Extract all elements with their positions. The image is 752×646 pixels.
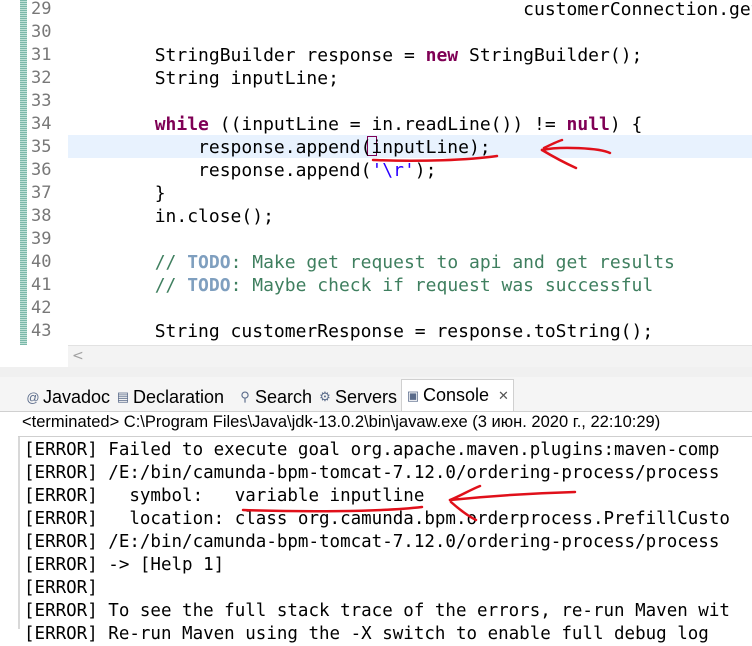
code-line[interactable]: // TODO: Make get request to api and get…: [68, 251, 675, 274]
code-line[interactable]: customerConnection.get: [68, 0, 752, 21]
console-line: [ERROR] /E:/bin/camunda-bpm-tomcat-7.12.…: [24, 463, 720, 483]
scroll-left-arrow-icon[interactable]: <: [72, 348, 84, 364]
servers-icon: ⚙: [319, 389, 331, 404]
tab-label: Javadoc: [43, 386, 111, 407]
console-separator: [18, 436, 752, 437]
code-line[interactable]: in.close();: [68, 205, 274, 228]
at-icon: @: [26, 389, 40, 405]
code-line[interactable]: // TODO: Maybe check if request was succ…: [68, 274, 654, 297]
horizontal-scrollbar[interactable]: <: [68, 345, 752, 368]
line-number: 36: [31, 160, 52, 180]
code-line[interactable]: StringBuilder response = new StringBuild…: [68, 44, 643, 67]
line-number: 34: [31, 114, 52, 134]
line-number: 37: [31, 183, 52, 203]
tab-label: Search: [255, 386, 313, 407]
code-line[interactable]: response.append(inputLine);: [68, 136, 491, 159]
console-line: [ERROR] /E:/bin/camunda-bpm-tomcat-7.12.…: [24, 532, 720, 552]
line-number: 38: [31, 206, 52, 226]
code-editor[interactable]: 29 customerConnection.get 30 31 StringBuil…: [0, 0, 752, 345]
tab-label: Console: [423, 385, 490, 405]
line-number: 39: [31, 229, 52, 249]
tab-declaration[interactable]: ▤ Declaration: [116, 383, 224, 411]
tab-search[interactable]: ⚲ Search: [238, 383, 312, 411]
tab-javadoc[interactable]: @ Javadoc: [26, 383, 110, 411]
line-number: 32: [31, 68, 52, 88]
line-number: 43: [31, 321, 52, 341]
tab-console[interactable]: ▣ Console ✕: [401, 379, 514, 411]
console-line: [ERROR]: [24, 578, 98, 598]
code-line[interactable]: response.append('\r');: [68, 159, 436, 182]
tab-label: Servers: [335, 386, 398, 407]
code-line[interactable]: String inputLine;: [68, 67, 339, 90]
line-number: 42: [31, 298, 52, 318]
console-line: [ERROR] location: class org.camunda.bpm.…: [24, 509, 730, 529]
console-icon: ▣: [406, 387, 420, 403]
bottom-panel-tabbar: @ Javadoc ▤ Declaration ⚲ Search ⚙ Serve…: [0, 377, 752, 412]
console-line: [ERROR] To see the full stack trace of t…: [24, 601, 730, 621]
search-icon: ⚲: [240, 389, 250, 404]
declaration-icon: ▤: [116, 389, 130, 404]
change-ruler: [20, 0, 27, 345]
console-line: [ERROR] symbol: variable inputline: [24, 486, 425, 506]
panel-divider[interactable]: [0, 367, 752, 377]
code-line[interactable]: }: [68, 182, 166, 205]
code-line[interactable]: String customerResponse = response.toStr…: [68, 320, 654, 343]
line-number: 41: [31, 275, 52, 295]
console-line: [ERROR] Failed to execute goal org.apach…: [24, 440, 720, 460]
line-number: 35: [31, 137, 52, 157]
line-number: 30: [31, 22, 52, 42]
console-line: [ERROR] Re-run Maven using the -X switch…: [24, 624, 709, 644]
code-line[interactable]: while ((inputLine = in.readLine()) != nu…: [68, 113, 643, 136]
tab-label: Declaration: [133, 386, 225, 407]
console-left-border: [18, 437, 20, 629]
line-number: 33: [31, 91, 52, 111]
line-number: 31: [31, 45, 52, 65]
console-line: [ERROR] -> [Help 1]: [24, 555, 225, 575]
line-number: 29: [31, 0, 52, 19]
line-number: 40: [31, 252, 52, 272]
console-status: <terminated> C:\Program Files\Java\jdk-1…: [22, 413, 661, 431]
close-icon[interactable]: ✕: [498, 388, 509, 404]
tab-servers[interactable]: ⚙ Servers: [318, 383, 397, 411]
